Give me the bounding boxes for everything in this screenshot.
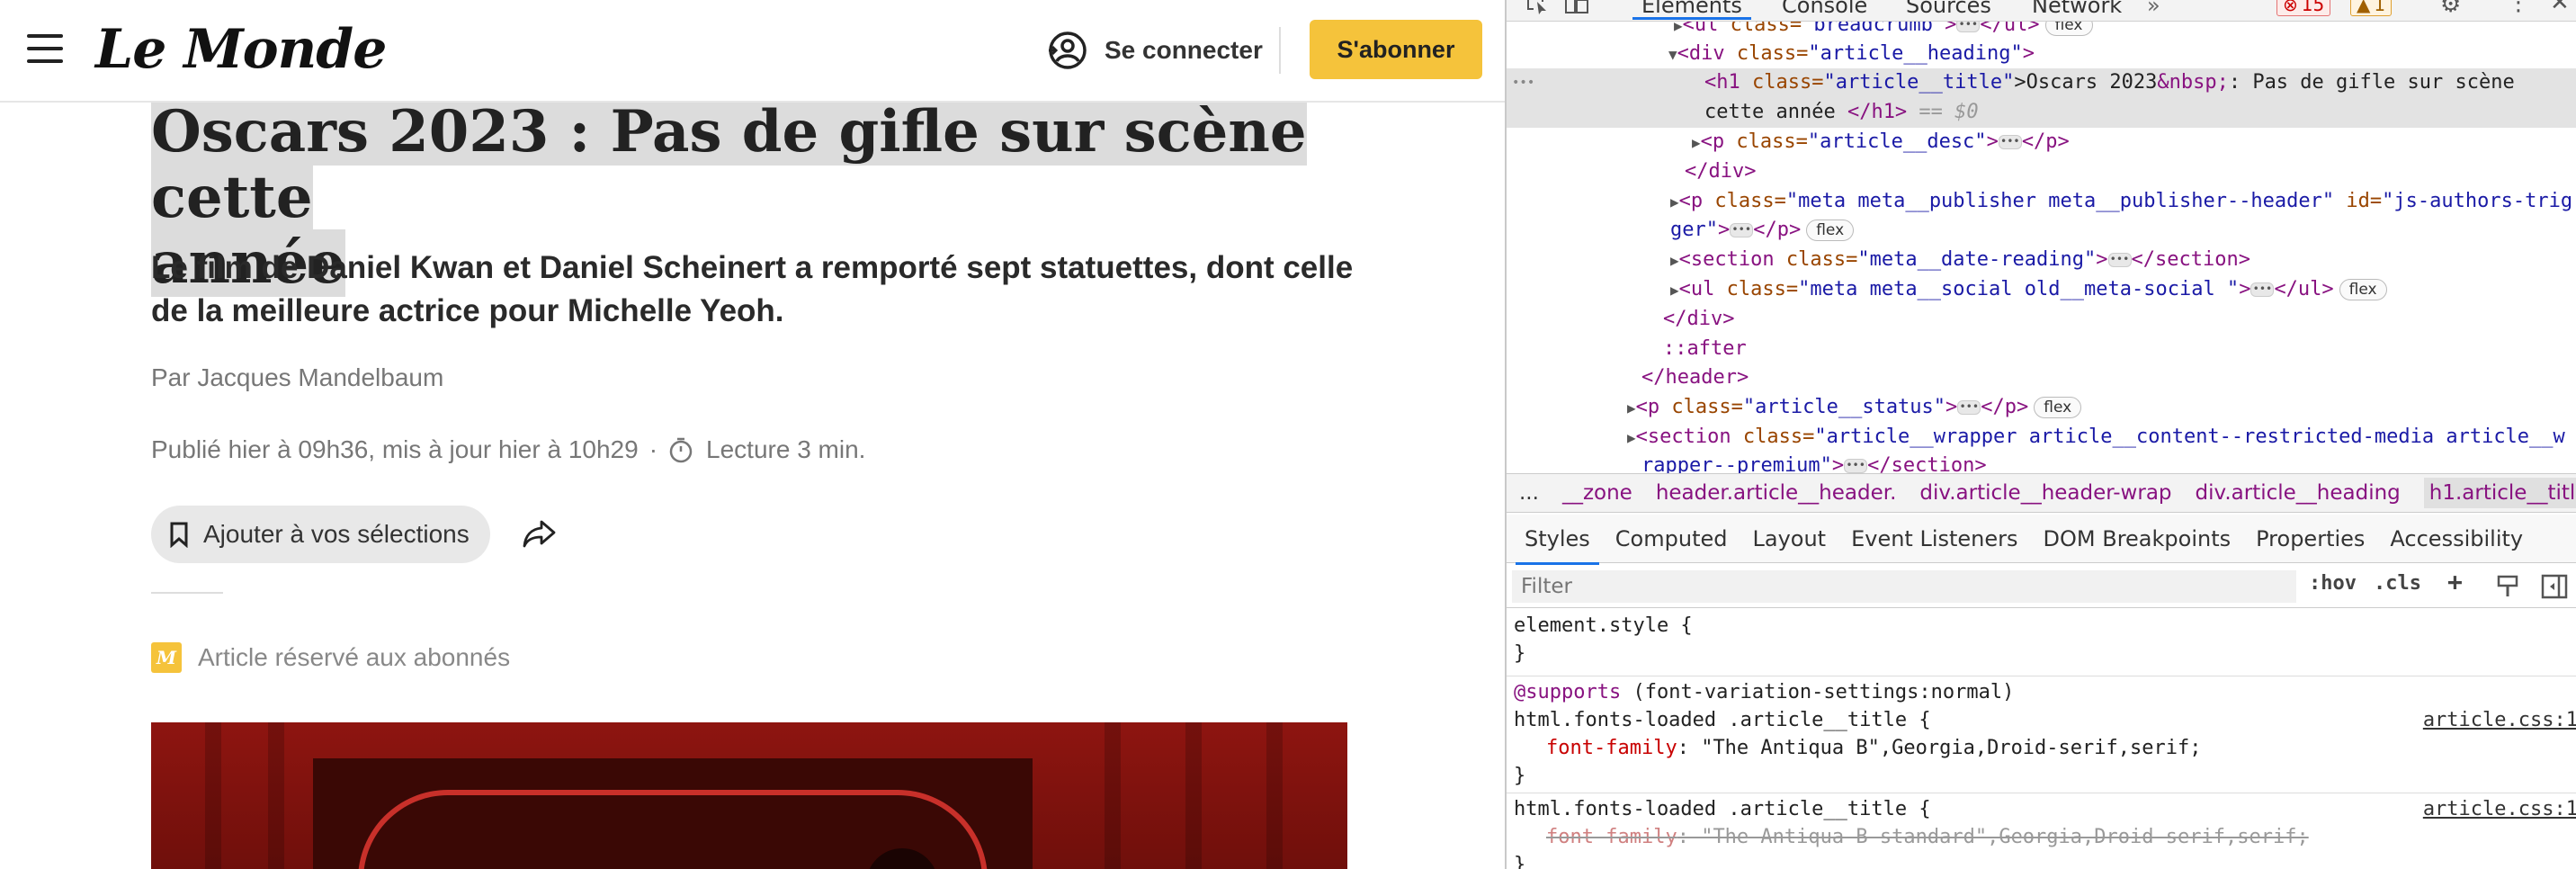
dom-node-article-status[interactable]: ▶<p class="article__status"> •••</p> flex (1507, 393, 2576, 423)
dom-tree: ▶<ul class="breadcrumb"> •••</ul> flex ▼<d… (1507, 22, 2576, 473)
breadcrumb-heading[interactable]: div.article__heading (2196, 481, 2401, 505)
article-description: Le film de Daniel Kwan et Daniel Scheine… (151, 250, 1354, 328)
dom-node-header-close[interactable]: </header> (1507, 363, 2576, 393)
breadcrumb-header[interactable]: header.article__header. (1656, 481, 1897, 505)
paint-brush-icon[interactable] (2496, 574, 2519, 599)
devtools-panel: Elements Console Sources Network » ⊗ 15 ▲… (1505, 0, 2576, 869)
rule-supports-title[interactable]: @supports (font-variation-settings:norma… (1507, 678, 2576, 793)
settings-gear-icon[interactable]: ⚙ (2440, 0, 2461, 18)
breadcrumb-more-start[interactable]: ... (1519, 481, 1539, 505)
separator-dot: · (648, 435, 658, 463)
reading-time: Lecture 3 min. (706, 435, 866, 463)
row-options-icon[interactable]: ••• (1512, 68, 1534, 98)
rule-element-style[interactable]: element.style { } (1507, 612, 2576, 676)
dom-node-meta-publisher-cont[interactable]: ger"> •••</p> flex (1507, 216, 2576, 246)
login-label: Se connecter (1105, 36, 1263, 64)
dom-node-article-wrapper[interactable]: ▶<section class="article__wrapper articl… (1507, 423, 2576, 452)
dom-node-meta-social[interactable]: ▶<ul class="meta meta__social old__meta-… (1507, 275, 2576, 305)
new-rule-icon[interactable]: + (2447, 567, 2463, 596)
header-divider (1279, 27, 1281, 74)
dom-node-div-close[interactable]: </div> (1507, 157, 2576, 187)
user-icon (1049, 31, 1087, 69)
error-count: 15 (2301, 0, 2325, 15)
error-counter[interactable]: ⊗ 15 (2276, 0, 2331, 16)
devtools-toolbar: Elements Console Sources Network » ⊗ 15 ▲… (1507, 0, 2576, 22)
timer-icon (669, 437, 693, 463)
tab-sources[interactable]: Sources (1906, 0, 1991, 18)
kebab-menu-icon[interactable]: ⋮ (2507, 0, 2530, 16)
rule-selector: element.style { (1514, 614, 1693, 637)
publish-date: Publié hier à 09h36, mis à jour hier à 1… (151, 435, 639, 463)
subtab-dom-breakpoints[interactable]: DOM Breakpoints (2044, 526, 2232, 551)
css-declaration[interactable]: font-family: "The Antiqua B",Georgia,Dro… (1546, 734, 2202, 762)
breadcrumb-title[interactable]: h1.article__title (2423, 478, 2576, 508)
article-page: Le Monde Se connecter S'abonner Oscars 2… (0, 0, 1505, 869)
warning-icon: ▲ (2357, 0, 2371, 15)
error-icon: ⊗ (2283, 0, 2298, 15)
dom-node-article-desc[interactable]: ▶<p class="article__desc"> •••</p> (1507, 128, 2576, 157)
hov-toggle[interactable]: :hov (2309, 572, 2357, 595)
subtab-event-listeners[interactable]: Event Listeners (1851, 526, 2017, 551)
rule-selector: html.fonts-loaded .article__title { (1514, 709, 1931, 731)
menu-icon[interactable] (27, 34, 63, 63)
subtab-layout[interactable]: Layout (1752, 526, 1826, 551)
site-logo[interactable]: Le Monde (95, 18, 387, 81)
more-tabs-icon[interactable]: » (2147, 0, 2160, 18)
source-link[interactable]: article.css:1 (2423, 706, 2576, 734)
dom-node-article-heading[interactable]: ▼<div class="article__heading"> (1507, 40, 2576, 69)
subtab-styles[interactable]: Styles (1516, 526, 1599, 565)
inspect-icon[interactable] (1526, 0, 1550, 14)
share-icon[interactable] (522, 518, 558, 553)
subtab-properties[interactable]: Properties (2256, 526, 2365, 551)
article-dateline: Publié hier à 09h36, mis à jour hier à 1… (151, 435, 865, 464)
subtab-computed[interactable]: Computed (1615, 526, 1728, 551)
close-devtools-icon[interactable]: ✕ (2550, 0, 2570, 16)
dom-node-article-title-selected[interactable]: ••• <h1 class="article__title">Oscars 20… (1507, 68, 2576, 128)
tab-elements[interactable]: Elements (1632, 0, 1751, 20)
section-divider (151, 592, 223, 594)
dom-node-meta-publisher[interactable]: ▶<p class="meta meta__publisher meta__pu… (1507, 187, 2576, 217)
subscribe-button[interactable]: S'abonner (1310, 20, 1482, 79)
css-declaration-overridden[interactable]: font-family: "The Antiqua B standard",Ge… (1546, 823, 2309, 851)
premium-label: Article réservé aux abonnés (198, 643, 511, 671)
bookmark-icon (170, 522, 188, 548)
sidebar-toggle-icon[interactable] (2541, 574, 2568, 599)
device-toggle-icon[interactable] (1564, 0, 1589, 14)
rule-title-overridden[interactable]: html.fonts-loaded .article__title { arti… (1507, 795, 2576, 869)
tab-console[interactable]: Console (1782, 0, 1867, 18)
styles-pane: element.style { } @supports (font-variat… (1507, 608, 2576, 869)
article-author[interactable]: Par Jacques Mandelbaum (151, 363, 443, 392)
dom-node-breadcrumb[interactable]: ▶<ul class="breadcrumb"> •••</ul> flex (1507, 22, 2576, 40)
styles-filter-bar: :hov .cls + (1507, 565, 2576, 608)
cls-toggle[interactable]: .cls (2374, 572, 2421, 595)
tab-network[interactable]: Network (2032, 0, 2122, 18)
dom-node-after[interactable]: ::after (1507, 335, 2576, 364)
premium-notice: M Article réservé aux abonnés (151, 642, 510, 673)
styles-subtabs: Styles Computed Layout Event Listeners D… (1507, 515, 2576, 565)
dom-breadcrumb: ... __zone header.article__header. div.a… (1507, 473, 2576, 513)
site-header: Le Monde Se connecter S'abonner (0, 0, 1505, 103)
rule-selector: html.fonts-loaded .article__title { (1514, 798, 1931, 820)
breadcrumb-zone[interactable]: __zone (1562, 481, 1632, 505)
source-link[interactable]: article.css:1 (2423, 795, 2576, 823)
subtab-accessibility[interactable]: Accessibility (2390, 526, 2523, 551)
styles-filter-input[interactable] (1512, 570, 2296, 603)
warning-count: 1 (2374, 0, 2386, 15)
title-line-1: Oscars 2023 : Pas de gifle sur scène cet… (151, 98, 1307, 231)
add-to-selection-button[interactable]: Ajouter à vos sélections (151, 506, 490, 563)
add-to-selection-label: Ajouter à vos sélections (203, 520, 470, 548)
dom-node-div-close-2[interactable]: </div> (1507, 305, 2576, 335)
dom-node-article-wrapper-cont[interactable]: rapper--premium"> •••</section> (1507, 452, 2576, 473)
breadcrumb-header-wrap[interactable]: div.article__header-wrap (1919, 481, 2171, 505)
warning-counter[interactable]: ▲ 1 (2350, 0, 2393, 16)
login-button[interactable]: Se connecter (1047, 29, 1263, 72)
premium-badge-icon: M (151, 642, 182, 673)
dom-node-date-reading[interactable]: ▶<section class="meta__date-reading"> •••… (1507, 246, 2576, 275)
hero-image (151, 722, 1347, 869)
